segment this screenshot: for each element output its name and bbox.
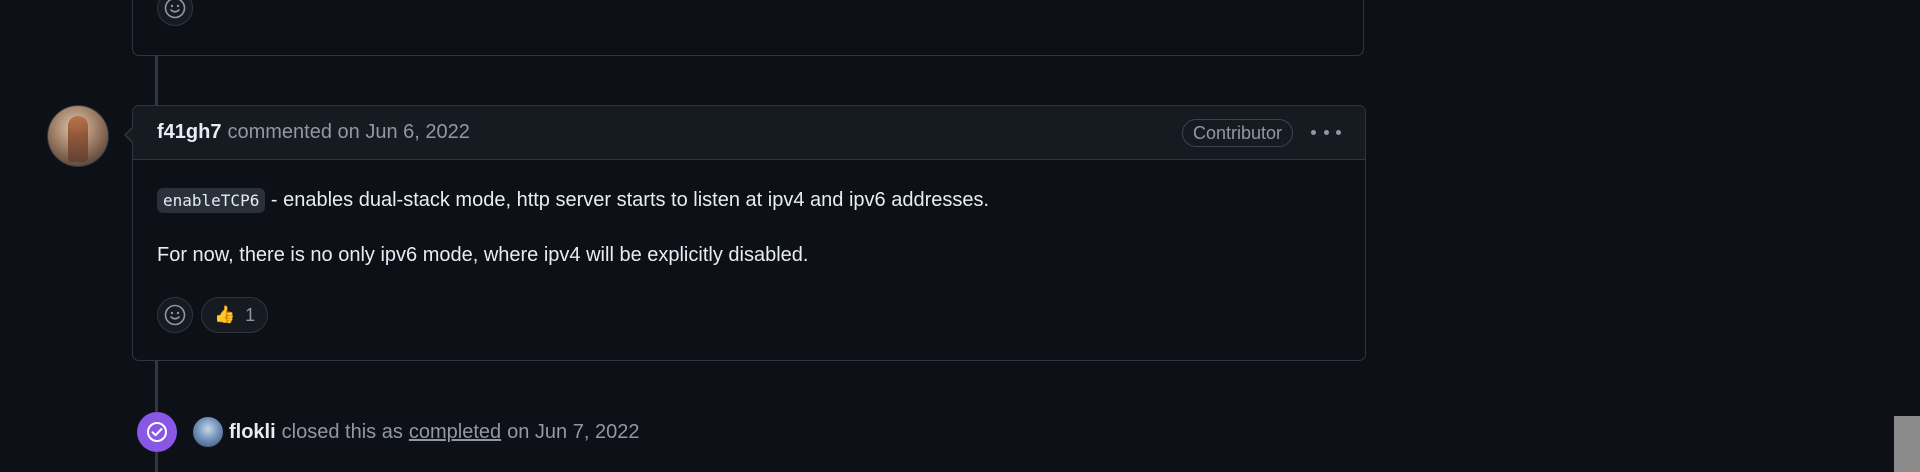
add-reaction-button[interactable]	[157, 0, 193, 26]
inline-code: enableTCP6	[157, 188, 266, 213]
reaction-count: 1	[245, 304, 256, 325]
comment-box: f41gh7 commented on Jun 6, 2022 Contribu…	[124, 105, 1366, 361]
issue-timeline: f41gh7 commented on Jun 6, 2022 Contribu…	[0, 0, 1920, 472]
kebab-menu-button[interactable]	[1311, 123, 1341, 143]
comment-timestamp[interactable]: commented on Jun 6, 2022	[227, 121, 469, 144]
author-avatar[interactable]	[47, 105, 109, 167]
paragraph-text: - enables dual-stack mode, http server s…	[265, 189, 990, 211]
role-badge: Contributor	[1181, 118, 1293, 147]
comment-header-actions: Contributor	[1181, 118, 1341, 147]
comment-paragraph: For now, there is no only ipv6 mode, whe…	[157, 244, 809, 266]
smiley-icon	[164, 0, 186, 19]
thumbs-up-reaction[interactable]: 👍 1	[201, 297, 269, 333]
avatar-figure	[68, 116, 88, 162]
kebab-dot	[1323, 130, 1329, 135]
previous-comment-box	[132, 0, 1364, 56]
event-actor-link[interactable]: flokli	[229, 421, 276, 444]
check-circle-glyph	[147, 422, 167, 442]
comment-paragraph: enableTCP6 - enables dual-stack mode, ht…	[157, 186, 1341, 215]
comment-author-link[interactable]: f41gh7	[157, 121, 221, 144]
add-reaction-button[interactable]	[157, 297, 193, 333]
completed-link[interactable]: completed	[409, 421, 501, 444]
smiley-icon	[164, 304, 186, 326]
thumbs-up-icon: 👍	[214, 305, 236, 324]
check-circle-icon	[137, 412, 177, 452]
event-date[interactable]: on Jun 7, 2022	[507, 421, 639, 444]
closed-event: flokli closed this as completed on Jun 7…	[137, 412, 639, 452]
comment-body: enableTCP6 - enables dual-stack mode, ht…	[133, 160, 1365, 269]
comment-header: f41gh7 commented on Jun 6, 2022 Contribu…	[133, 106, 1365, 160]
kebab-dot	[1311, 130, 1316, 135]
kebab-dot	[1336, 130, 1341, 135]
scrollbar-thumb[interactable]	[1894, 416, 1920, 472]
event-text: closed this as	[281, 420, 403, 443]
actor-avatar[interactable]	[193, 417, 223, 447]
reactions-bar: 👍 1	[157, 297, 269, 333]
